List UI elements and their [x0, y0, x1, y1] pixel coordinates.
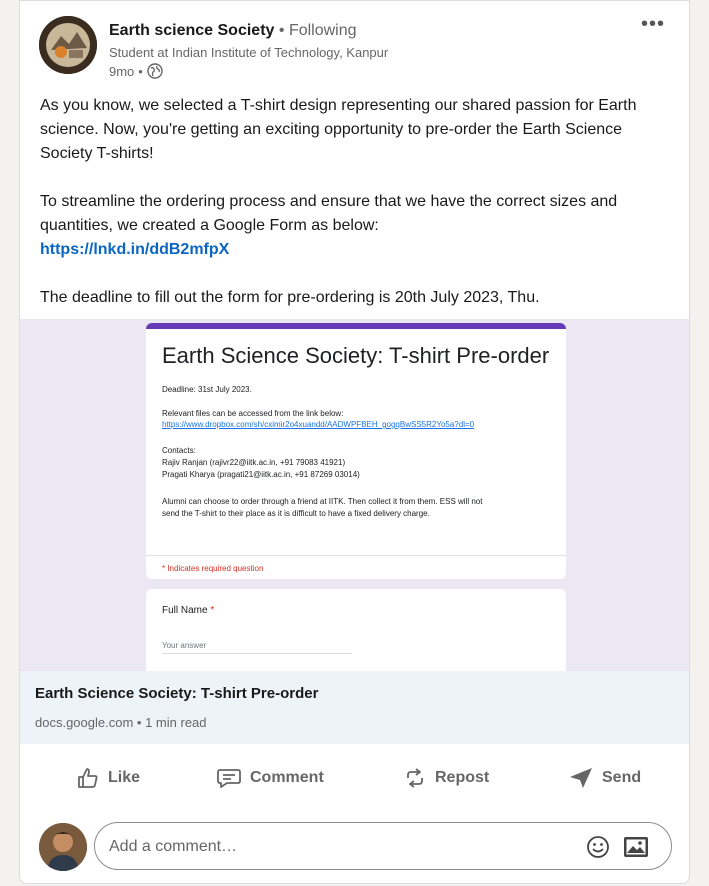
answer-placeholder: Your answer: [162, 641, 352, 654]
send-icon: [570, 768, 592, 788]
form-header-card: Earth Science Society: T-shirt Pre-order…: [146, 323, 566, 579]
post-header: Earth science Society • Following Studen…: [20, 1, 689, 86]
repost-icon: [407, 768, 423, 788]
meta-separator: •: [138, 63, 143, 79]
question-text: Full Name: [162, 605, 208, 616]
image-icon: [624, 837, 648, 857]
comment-input[interactable]: [107, 823, 571, 871]
comment-label: Comment: [250, 769, 324, 786]
comment-button[interactable]: Comment: [216, 754, 324, 802]
globe-icon: [147, 63, 163, 79]
link-separator: •: [136, 715, 142, 730]
form-files-note: Relevant files can be accessed from the …: [162, 409, 344, 418]
current-user-avatar-image: [39, 823, 87, 871]
link-preview-source: docs.google.com • 1 min read: [35, 715, 207, 730]
form-alumni-note: send the T-shirt to their place as it is…: [162, 509, 430, 518]
emoji-button[interactable]: [585, 834, 611, 865]
send-button[interactable]: Send: [568, 754, 641, 802]
post-paragraph: As you know, we selected a T-shirt desig…: [40, 97, 637, 162]
author-line: Earth science Society • Following: [109, 22, 357, 40]
form-title: Earth Science Society: T-shirt Pre-order: [162, 343, 550, 368]
emoji-icon: [587, 836, 609, 858]
link-domain: docs.google.com: [35, 715, 134, 730]
link-preview-title: Earth Science Society: T-shirt Pre-order: [35, 685, 319, 702]
author-headline: Student at Indian Institute of Technolog…: [109, 45, 389, 60]
form-contact: Pragati Kharya (pragati21@iitk.ac.in, +9…: [162, 470, 360, 479]
more-horizontal-icon: •••: [640, 13, 665, 35]
required-star: *: [210, 605, 215, 616]
comment-icon: [217, 769, 241, 788]
more-options-button[interactable]: •••: [641, 13, 665, 36]
like-button[interactable]: Like: [76, 754, 140, 802]
author-name[interactable]: Earth science Society: [109, 22, 274, 39]
post-actions: Like Comment Repost Send: [20, 754, 689, 802]
follow-status[interactable]: Following: [289, 22, 357, 39]
form-alumni-note: Alumni can choose to order through a fri…: [162, 497, 483, 506]
post-body: As you know, we selected a T-shirt desig…: [40, 94, 670, 310]
thumbs-up-icon: [78, 768, 98, 788]
author-separator: •: [278, 22, 285, 39]
comment-composer: [20, 816, 689, 876]
author-avatar[interactable]: [39, 16, 97, 74]
like-label: Like: [108, 769, 141, 786]
question-label: Full Name *: [162, 605, 214, 616]
post-paragraph: The deadline to fill out the form for pr…: [40, 289, 540, 306]
form-files-url: https://www.dropbox.com/sh/cximir2o4xuan…: [162, 420, 475, 429]
post-card: Earth science Society • Following Studen…: [19, 0, 690, 884]
link-preview-image[interactable]: Earth Science Society: T-shirt Pre-order…: [20, 319, 689, 671]
post-link[interactable]: https://lnkd.in/ddB2mfpX: [40, 241, 229, 258]
form-deadline: Deadline: 31st July 2023.: [162, 385, 252, 394]
post-meta: 9mo •: [109, 63, 163, 79]
comment-box: [94, 822, 672, 871]
send-label: Send: [602, 769, 642, 786]
form-contacts-label: Contacts:: [162, 446, 196, 455]
author-avatar-image: [39, 16, 97, 74]
post-time: 9mo: [109, 63, 135, 79]
link-read-time: 1 min read: [145, 715, 207, 730]
link-preview-meta[interactable]: Earth Science Society: T-shirt Pre-order…: [20, 671, 689, 744]
form-question-card: Full Name * Your answer: [146, 589, 566, 671]
form-required-note: * Indicates required question: [162, 564, 264, 573]
current-user-avatar[interactable]: [39, 823, 87, 871]
repost-label: Repost: [435, 769, 490, 786]
form-contact: Rajiv Ranjan (rajivr22@iitk.ac.in, +91 7…: [162, 458, 346, 467]
post-paragraph: To streamline the ordering process and e…: [40, 193, 618, 234]
form-divider: [146, 555, 566, 556]
add-image-button[interactable]: [623, 836, 649, 863]
repost-button[interactable]: Repost: [403, 754, 489, 802]
